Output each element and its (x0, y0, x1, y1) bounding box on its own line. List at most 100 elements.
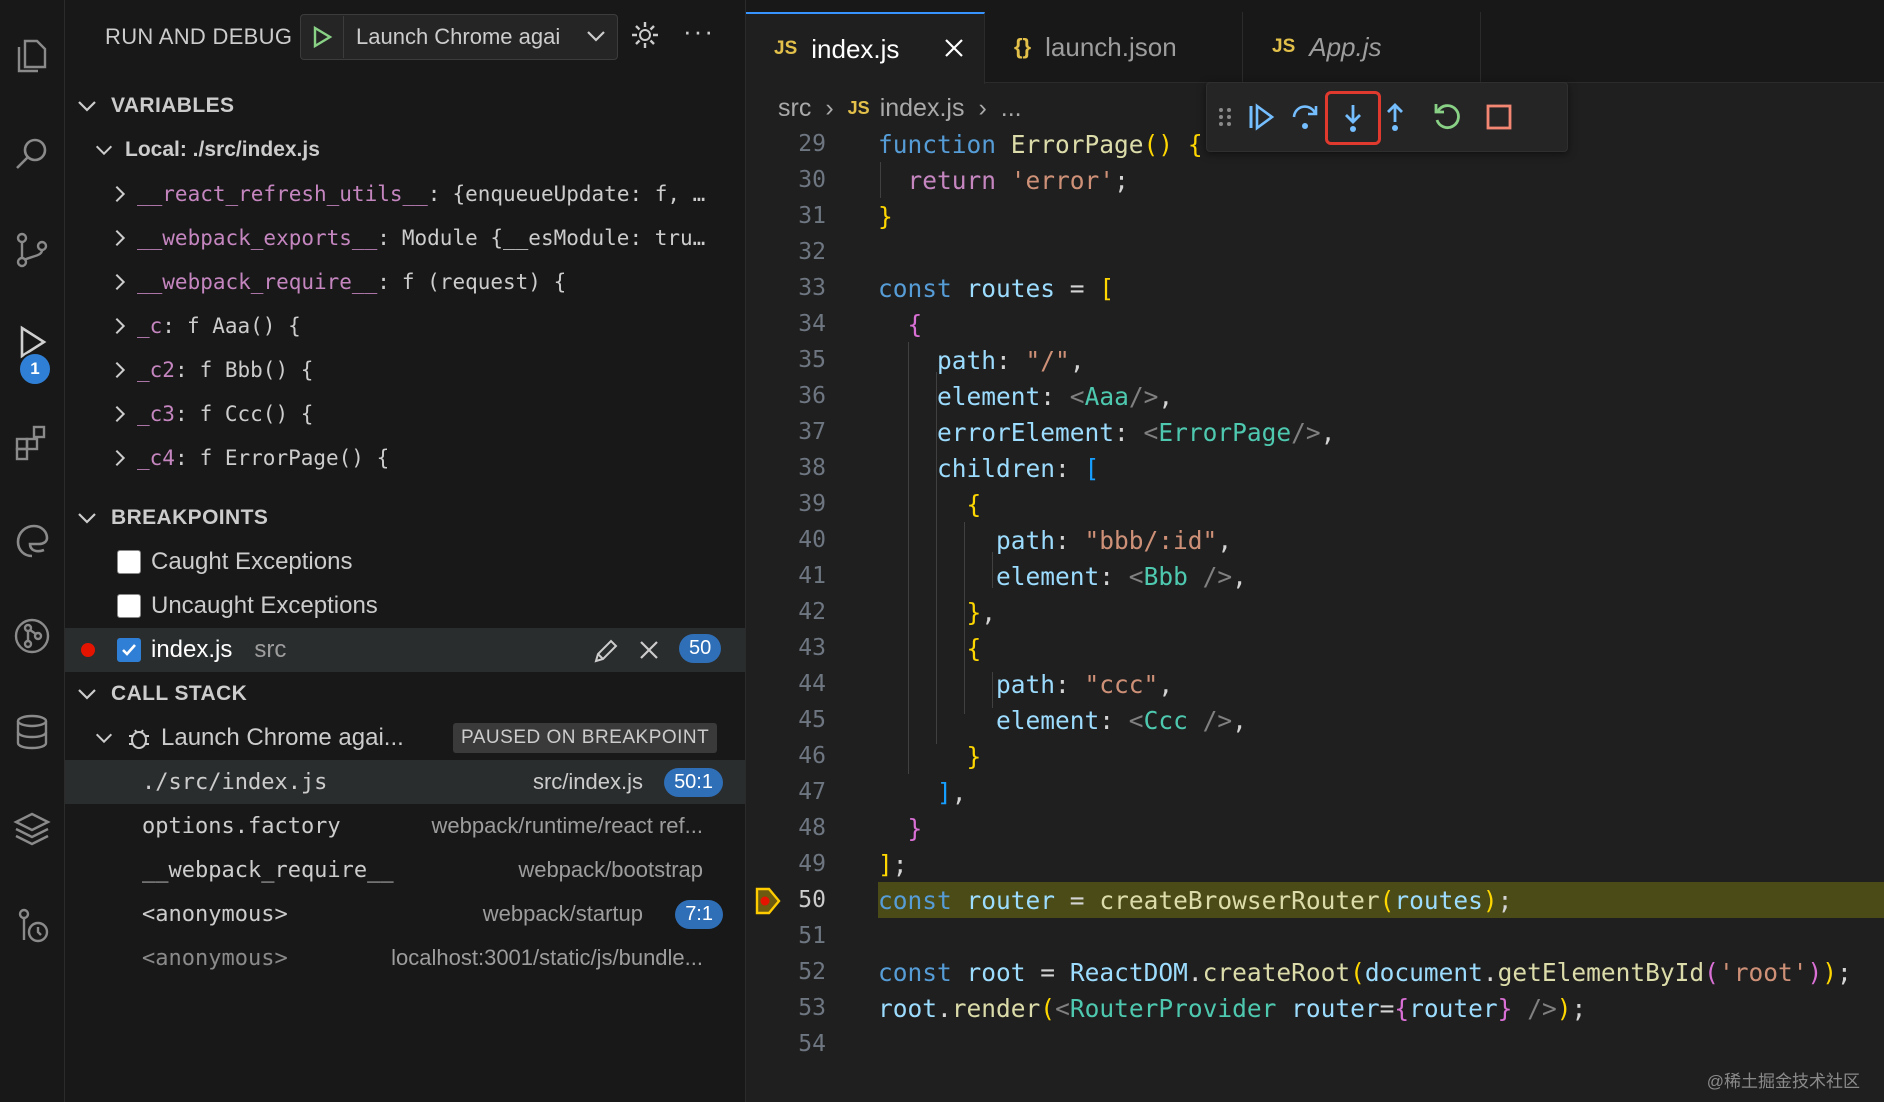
variable-value: Module {__esModule: tru… (401, 226, 706, 250)
chevron-down-icon (78, 513, 96, 524)
breakpoint-folder: src (254, 636, 287, 663)
breakpoint-row[interactable]: index.js src 50 (65, 628, 745, 672)
frame-source: webpack/bootstrap (518, 857, 703, 882)
stack-frame[interactable]: ./src/index.js src/index.js 50:1 (65, 760, 745, 804)
code-line: 32 (798, 239, 826, 265)
search-icon[interactable] (0, 122, 64, 186)
call-stack-section-header[interactable]: CALL STACK (65, 674, 745, 714)
debug-badge: 1 (18, 352, 52, 386)
tab-index-js[interactable]: JS index.js (746, 12, 985, 84)
code-line: 53 root.render(<RouterProvider router={ro… (798, 993, 1587, 1023)
timeline-icon[interactable] (0, 894, 64, 958)
frame-name: <anonymous> (142, 945, 288, 971)
variables-section-header[interactable]: VARIABLES (65, 86, 745, 126)
frame-source: webpack/runtime/react ref... (431, 813, 703, 838)
breakpoints-section-header[interactable]: BREAKPOINTS (65, 498, 745, 538)
frame-name: options.factory (142, 813, 341, 839)
remove-breakpoint-icon[interactable] (637, 638, 661, 662)
paused-breakpoint-icon[interactable] (754, 886, 782, 916)
breakpoint-dot-icon (81, 643, 95, 657)
chevron-right-icon (115, 405, 126, 423)
variable-separator: : (174, 446, 188, 470)
stack-frame[interactable]: options.factory webpack/runtime/react ref… (65, 804, 745, 848)
start-debugging-button[interactable] (301, 16, 344, 58)
code-line: 48 } (798, 813, 923, 843)
caught-exceptions-checkbox[interactable] (117, 550, 141, 574)
more-actions-button[interactable]: ··· (683, 16, 715, 47)
layers-icon[interactable] (0, 796, 64, 860)
tab-app-js[interactable]: JS App.js (1244, 12, 1481, 82)
chevron-down-icon (95, 145, 113, 156)
tab-launch-json[interactable]: {} launch.json (986, 12, 1243, 82)
variable-name: _c2 (137, 358, 175, 382)
variable-row[interactable]: _c: f Aaa() { (65, 306, 745, 346)
variable-name: __webpack_exports__ (137, 226, 378, 250)
edit-pencil-icon[interactable] (591, 636, 621, 666)
code-line: 35 path: "/", (798, 345, 1085, 375)
caught-exceptions-row[interactable]: Caught Exceptions (65, 540, 745, 584)
caught-exceptions-label: Caught Exceptions (151, 548, 353, 575)
frame-position-badge: 7:1 (675, 899, 723, 929)
frame-name: ./src/index.js (142, 769, 328, 795)
checkmark-icon (122, 644, 136, 656)
chevron-right-icon (115, 229, 126, 247)
stack-frame[interactable]: __webpack_require__ webpack/bootstrap (65, 848, 745, 892)
database-icon[interactable] (0, 700, 64, 764)
breadcrumb-file[interactable]: index.js (880, 94, 965, 123)
tab-label: App.js (1309, 31, 1382, 62)
stack-frame[interactable]: <anonymous> localhost:3001/static/js/bund… (65, 936, 745, 980)
variable-row[interactable]: _c2: f Bbb() { (65, 350, 745, 390)
breakpoint-checkbox[interactable] (117, 638, 141, 662)
extensions-icon[interactable] (0, 410, 64, 474)
local-scope-label: Local: ./src/index.js (125, 138, 320, 161)
play-icon (313, 25, 333, 49)
json-file-icon: {} (1014, 34, 1032, 59)
variable-separator: : (174, 358, 188, 382)
chevron-right-icon (115, 361, 126, 379)
breadcrumb-symbol[interactable]: ... (1001, 94, 1022, 123)
code-line: 38 children: [ (798, 453, 1100, 483)
explorer-icon[interactable] (0, 24, 64, 88)
debug-session-row[interactable]: Launch Chrome agai... PAUSED ON BREAKPOI… (65, 716, 745, 760)
code-line: 47 ], (798, 777, 967, 807)
stack-frame[interactable]: <anonymous> webpack/startup 7:1 (65, 892, 745, 936)
chevron-right-icon: › (825, 93, 834, 122)
variable-row[interactable]: _c4: f ErrorPage() { (65, 438, 745, 478)
uncaught-exceptions-row[interactable]: Uncaught Exceptions (65, 584, 745, 628)
frame-name: <anonymous> (142, 901, 288, 927)
frame-source: src/index.js (532, 769, 643, 794)
local-scope[interactable]: Local: ./src/index.js (65, 130, 745, 170)
variable-value: f Bbb() { (199, 358, 314, 382)
variable-row[interactable]: __webpack_exports__: Module {__esModule: … (65, 218, 745, 258)
edge-browser-icon[interactable] (0, 508, 64, 572)
breadcrumb-folder[interactable]: src (778, 94, 811, 123)
close-tab-icon[interactable] (942, 36, 966, 60)
breadcrumb: src › JS index.js › ... (778, 90, 1022, 126)
uncaught-exceptions-checkbox[interactable] (117, 594, 141, 618)
variable-row[interactable]: __webpack_require__: f (request) { (65, 262, 745, 302)
tab-label: index.js (811, 33, 900, 64)
code-line: 36 element: <Aaa/>, (798, 381, 1174, 411)
code-line: 46 } (798, 741, 982, 771)
variable-row[interactable]: _c3: f Ccc() { (65, 394, 745, 434)
frame-name: __webpack_require__ (142, 857, 394, 883)
js-file-icon: JS (847, 97, 870, 118)
code-line: 34 { (798, 309, 923, 339)
source-control-icon[interactable] (0, 218, 64, 282)
variable-separator: : (427, 182, 441, 206)
section-label: BREAKPOINTS (111, 506, 269, 529)
editor-area: JS index.js {} launch.json JS App.js src… (746, 0, 1884, 1102)
open-launch-json-button[interactable] (630, 20, 660, 55)
git-graph-icon[interactable] (0, 604, 64, 668)
chevron-down-icon (95, 733, 113, 744)
chevron-down-icon (78, 101, 96, 112)
variable-row[interactable]: __react_refresh_utils__: {enqueueUpdate: … (65, 174, 745, 214)
run-debug-sidebar: RUN AND DEBUG Launch Chrome agai ··· VAR… (65, 0, 746, 1102)
launch-config-select[interactable]: Launch Chrome agai (300, 14, 618, 60)
variable-separator: : (377, 270, 390, 294)
code-line: 37 errorElement: <ErrorPage/>, (798, 417, 1336, 447)
variable-value: f ErrorPage() { (199, 446, 390, 470)
uncaught-exceptions-label: Uncaught Exceptions (151, 592, 378, 619)
variable-value: f (request) { (401, 270, 567, 294)
chevron-right-icon (115, 317, 126, 335)
